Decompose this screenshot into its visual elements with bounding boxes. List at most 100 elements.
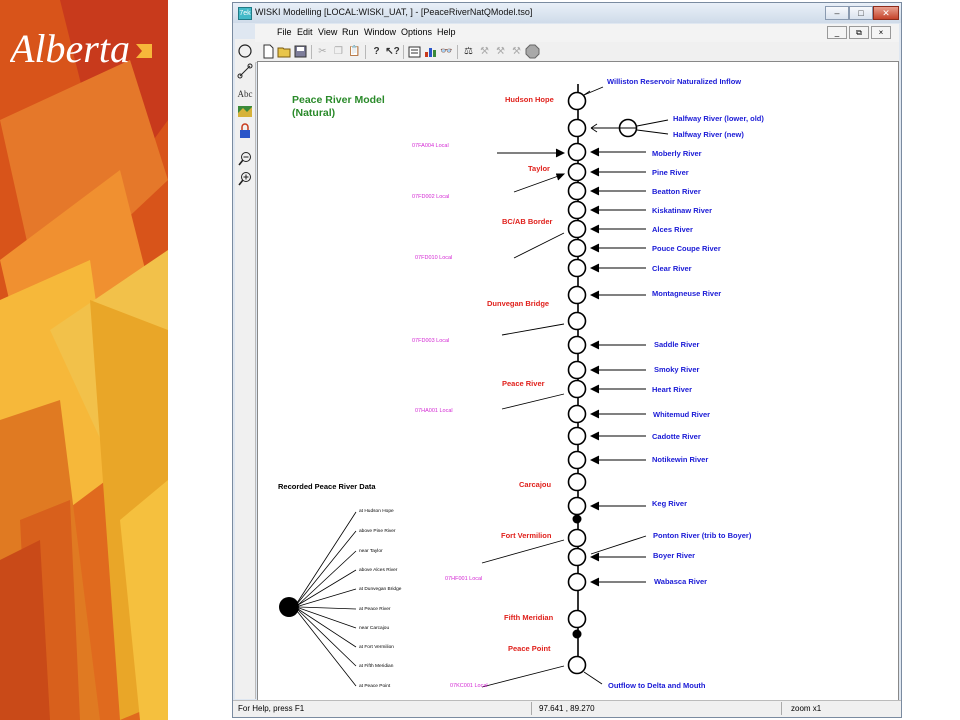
slide-decorative-background bbox=[0, 0, 168, 720]
node[interactable] bbox=[567, 450, 587, 470]
chart-icon bbox=[425, 48, 436, 57]
status-divider bbox=[781, 702, 782, 715]
context-help-icon: ↖? bbox=[385, 46, 400, 57]
paste-button[interactable]: 📋 bbox=[347, 44, 362, 59]
close-button[interactable]: ✕ bbox=[873, 6, 899, 20]
menu-file[interactable]: File bbox=[277, 27, 292, 37]
local-inflow-label: 07FD003 Local bbox=[412, 338, 449, 344]
chart-button[interactable] bbox=[423, 44, 438, 59]
copy-button[interactable]: ❐ bbox=[331, 44, 346, 59]
tributary-label: Beatton River bbox=[652, 187, 701, 196]
model-canvas[interactable]: Peace River Model (Natural) Hudson Hope … bbox=[257, 61, 899, 701]
node-peace-point[interactable] bbox=[567, 655, 587, 675]
node-peace-river[interactable] bbox=[567, 379, 587, 399]
stop-button[interactable] bbox=[525, 44, 540, 59]
map-layer-icon bbox=[238, 106, 252, 117]
tool-3-button[interactable]: ⚒ bbox=[509, 44, 524, 59]
tributary-label: Kiskatinaw River bbox=[652, 206, 712, 215]
station-label: Peace River bbox=[502, 379, 545, 388]
node-carcajou[interactable] bbox=[567, 472, 587, 492]
view-icon: 👓 bbox=[440, 46, 453, 57]
node-07fa004[interactable] bbox=[567, 142, 587, 162]
menu-window[interactable]: Window bbox=[364, 27, 396, 37]
node[interactable] bbox=[567, 118, 587, 138]
station-nodes bbox=[567, 91, 638, 675]
recorded-data-item: above Pine River bbox=[359, 528, 396, 534]
node[interactable] bbox=[567, 219, 587, 239]
node[interactable] bbox=[567, 258, 587, 278]
station-label: Hudson Hope bbox=[505, 95, 554, 104]
station-label: Fifth Meridian bbox=[504, 613, 554, 622]
slide-side-panel: Alberta bbox=[0, 0, 168, 720]
zoom-in-tool[interactable] bbox=[237, 171, 253, 189]
zoom-in-icon bbox=[238, 172, 251, 186]
node[interactable] bbox=[567, 181, 587, 201]
mdi-close-button[interactable]: × bbox=[871, 26, 891, 39]
context-help-button[interactable]: ↖? bbox=[385, 44, 400, 59]
menu-help[interactable]: Help bbox=[437, 27, 456, 37]
map-layer-tool[interactable] bbox=[237, 103, 253, 121]
recorded-data-item: at Peace Point bbox=[359, 683, 391, 689]
node[interactable] bbox=[567, 496, 587, 516]
wiski-window: 7ek WISKI Modelling [LOCAL:WISKI_UAT, ] … bbox=[232, 2, 902, 718]
menu-run[interactable]: Run bbox=[342, 27, 359, 37]
node[interactable] bbox=[567, 162, 587, 182]
mdi-restore-button[interactable]: ⧉ bbox=[849, 26, 869, 39]
station-label: Dunvegan Bridge bbox=[487, 299, 549, 308]
circle-node-icon bbox=[238, 44, 252, 58]
tributary-label: Cadotte River bbox=[652, 432, 701, 441]
node[interactable] bbox=[567, 426, 587, 446]
lock-tool[interactable] bbox=[237, 123, 253, 141]
tool-3-icon: ⚒ bbox=[512, 46, 521, 57]
status-coordinates: 97.641 , 89.270 bbox=[539, 704, 595, 713]
node[interactable] bbox=[567, 335, 587, 355]
properties-button[interactable] bbox=[407, 44, 422, 59]
save-button[interactable] bbox=[293, 44, 308, 59]
node[interactable] bbox=[567, 238, 587, 258]
tributary-label: Heart River bbox=[652, 385, 692, 394]
node-dunvegan-bridge[interactable] bbox=[567, 311, 587, 331]
node[interactable] bbox=[567, 200, 587, 220]
tributary-label: Wabasca River bbox=[654, 577, 707, 586]
cut-button[interactable]: ✂ bbox=[315, 44, 330, 59]
new-document-button[interactable] bbox=[261, 44, 276, 59]
open-folder-icon bbox=[277, 47, 291, 58]
menu-view[interactable]: View bbox=[318, 27, 337, 37]
node[interactable] bbox=[567, 285, 587, 305]
title-bar: 7ek WISKI Modelling [LOCAL:WISKI_UAT, ] … bbox=[233, 3, 901, 23]
view-button[interactable]: 👓 bbox=[439, 44, 454, 59]
mdi-minimize-button[interactable]: _ bbox=[827, 26, 847, 39]
open-folder-button[interactable] bbox=[277, 44, 292, 59]
save-icon bbox=[294, 45, 307, 58]
tributary-label: Saddle River bbox=[654, 340, 700, 349]
menu-edit[interactable]: Edit bbox=[297, 27, 313, 37]
help-button[interactable]: ? bbox=[369, 44, 384, 59]
node[interactable] bbox=[567, 572, 587, 592]
zoom-out-tool[interactable] bbox=[237, 151, 253, 169]
node-fifth-meridian[interactable] bbox=[567, 609, 587, 629]
recorded-data-item: near Taylor bbox=[359, 548, 383, 554]
menu-options[interactable]: Options bbox=[401, 27, 432, 37]
node-hudson-hope[interactable] bbox=[567, 91, 587, 111]
recorded-data-node[interactable] bbox=[279, 597, 299, 617]
minimize-button[interactable]: – bbox=[825, 6, 849, 20]
run-button[interactable]: ⚖ bbox=[461, 44, 476, 59]
node[interactable] bbox=[567, 547, 587, 567]
circle-node-tool[interactable] bbox=[237, 43, 253, 61]
connector-tool[interactable] bbox=[237, 63, 253, 81]
tool-2-button[interactable]: ⚒ bbox=[493, 44, 508, 59]
local-inflow-label: 07FD010 Local bbox=[415, 255, 452, 261]
recorded-data-item: above Alces River bbox=[359, 567, 398, 573]
node[interactable] bbox=[567, 360, 587, 380]
tributary-label: Ponton River (trib to Boyer) bbox=[653, 531, 752, 540]
text-tool[interactable]: Abc bbox=[237, 85, 253, 103]
node[interactable] bbox=[567, 404, 587, 424]
tributary-label: Moberly River bbox=[652, 149, 702, 158]
tool-1-button[interactable]: ⚒ bbox=[477, 44, 492, 59]
toolbar: ✂ ❐ 📋 ? ↖? 👓 ⚖ ⚒ ⚒ ⚒ bbox=[255, 42, 899, 63]
model-diagram: Peace River Model (Natural) Hudson Hope … bbox=[278, 77, 764, 690]
tributary-label: Boyer River bbox=[653, 551, 695, 560]
maximize-button[interactable]: □ bbox=[849, 6, 873, 20]
help-icon: ? bbox=[373, 46, 380, 57]
node-fort-vermilion[interactable] bbox=[567, 528, 587, 548]
